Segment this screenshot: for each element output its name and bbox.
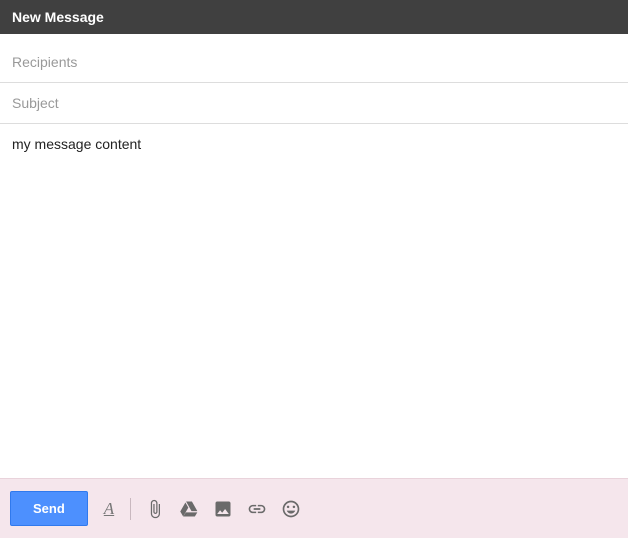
insert-link-icon[interactable] [247,499,267,519]
subject-input[interactable] [12,83,616,123]
recipients-input[interactable] [12,42,616,82]
compose-toolbar: Send A [0,478,628,538]
formatting-options-icon[interactable]: A [102,499,116,519]
send-button[interactable]: Send [10,491,88,526]
subject-row [0,83,628,124]
insert-emoji-icon[interactable] [281,499,301,519]
message-body[interactable] [0,124,628,478]
insert-photo-icon[interactable] [213,499,233,519]
compose-title: New Message [12,9,104,25]
attach-file-icon[interactable] [145,499,165,519]
toolbar-divider [130,498,131,520]
recipients-row [0,42,628,83]
compose-header: New Message [0,0,628,34]
insert-drive-icon[interactable] [179,499,199,519]
